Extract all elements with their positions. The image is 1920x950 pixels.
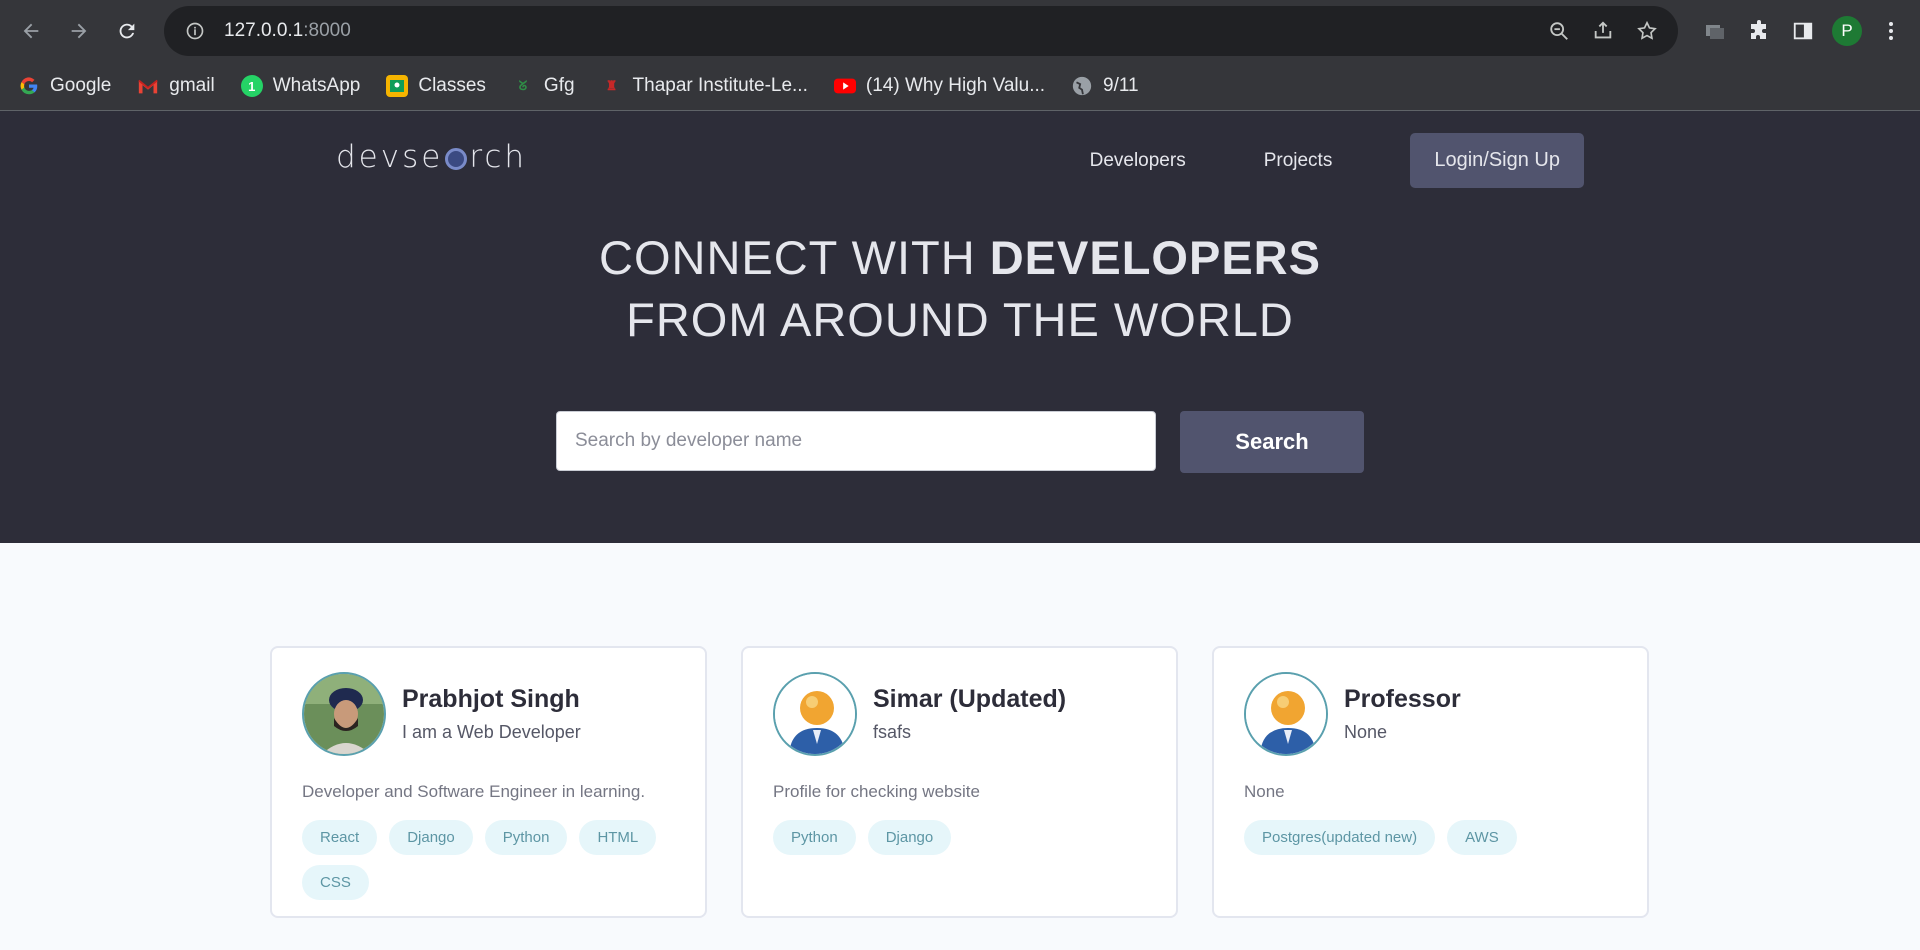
bookmark-label: gmail [169,75,215,96]
site-header: devse rch Developers Projects Login/Sign … [0,111,1920,543]
developer-list: Prabhjot Singh I am a Web Developer Deve… [0,646,1920,918]
bookmark-youtube[interactable]: (14) Why High Valu... [833,75,1046,97]
profile-avatar[interactable]: P [1832,16,1862,46]
skill-tag: HTML [579,820,657,855]
skill-tag: Django [867,820,952,855]
site-navbar: devse rch Developers Projects Login/Sign … [0,111,1920,203]
default-user-avatar-icon [1244,672,1328,756]
bookmark-label: 9/11 [1103,75,1139,96]
forward-button[interactable] [62,14,96,48]
bookmark-google[interactable]: Google [18,75,111,97]
skill-tag: CSS [302,865,369,900]
nav-developers-link[interactable]: Developers [1090,150,1186,172]
developer-headline: I am a Web Developer [402,722,581,742]
skill-tag: Postgres(updated new) [1244,820,1436,855]
bookmark-star-icon[interactable] [1632,16,1662,46]
search-button[interactable]: Search [1180,411,1364,473]
bookmark-gmail[interactable]: gmail [137,75,215,97]
zoom-icon[interactable] [1544,16,1574,46]
devsearch-logo[interactable]: devse rch [336,139,527,175]
bookmark-label: Classes [418,75,486,96]
skill-tags: React Django Python HTML CSS [302,820,675,900]
hero-title: CONNECT WITH DEVELOPERS FROM AROUND THE … [0,227,1920,351]
login-signup-button[interactable]: Login/Sign Up [1410,133,1584,188]
developer-card[interactable]: Simar (Updated) fsafs Profile for checki… [741,646,1178,918]
bookmark-thapar[interactable]: ♜ Thapar Institute-Le... [601,75,808,97]
developer-headline: fsafs [873,722,912,742]
skill-tag: Django [389,820,473,855]
site-info-icon[interactable] [180,16,210,46]
logo-text-left: devse [336,139,444,175]
logo-text-right: rch [469,139,528,175]
gfg-icon: ᘜ [518,78,528,93]
address-bar[interactable]: 127.0.0.1:8000 [164,6,1678,56]
developer-avatar-photo [302,672,386,756]
hero-line1-light: CONNECT WITH [599,231,990,284]
skill-tag: Python [484,820,568,855]
bookmark-classes[interactable]: Classes [386,75,486,97]
skill-tag: Python [773,820,856,855]
back-button[interactable] [14,14,48,48]
hero-line2: FROM AROUND THE WORLD [626,293,1294,346]
share-icon[interactable] [1588,16,1618,46]
hero-line1-bold: DEVELOPERS [989,231,1321,284]
nav-links: Developers Projects Login/Sign Up [1090,133,1584,188]
bookmark-label: (14) Why High Valu... [865,75,1046,96]
skill-tag: React [302,820,378,855]
developer-card[interactable]: Prabhjot Singh I am a Web Developer Deve… [270,646,707,918]
developer-name[interactable]: Simar (Updated) [873,685,1066,714]
thapar-icon: ♜ [605,78,618,93]
menu-kebab-icon[interactable] [1876,16,1906,46]
developer-search-input[interactable] [556,411,1156,471]
reload-button[interactable] [110,14,144,48]
browser-toolbar: 127.0.0.1:8000 P [0,0,1920,62]
classroom-icon [386,75,409,97]
developer-name[interactable]: Professor [1344,685,1461,714]
whatsapp-icon: 1 [240,75,263,97]
developer-bio: Developer and Software Engineer in learn… [302,782,646,801]
search-form: Search [0,411,1920,473]
bookmarks-bar: Google gmail 1 WhatsApp Classes ᘜ Gfg ♜ … [0,62,1920,111]
bookmark-911[interactable]: 9/11 [1071,75,1139,97]
bookmark-label: Thapar Institute-Le... [632,75,808,96]
back-arrow-icon [23,23,39,39]
forward-arrow-icon [71,23,87,39]
bookmark-whatsapp[interactable]: 1 WhatsApp [240,75,361,97]
magnifier-logo-icon [445,148,468,170]
extensions-icon[interactable] [1744,16,1774,46]
developer-bio: None [1244,782,1285,801]
developer-headline: None [1344,722,1388,742]
skill-tags: Postgres(updated new) AWS [1244,820,1617,855]
bookmark-label: Gfg [543,75,575,96]
bookmark-gfg[interactable]: ᘜ Gfg [512,75,575,97]
side-panel-icon[interactable] [1788,16,1818,46]
url-text[interactable]: 127.0.0.1:8000 [224,20,1530,42]
bookmark-label: Google [50,75,112,96]
google-icon [18,75,40,97]
tab-search-icon[interactable] [1700,16,1730,46]
youtube-icon [833,75,856,97]
reload-icon [119,23,135,39]
developer-card[interactable]: Professor None None Postgres(updated new… [1212,646,1649,918]
globe-icon [1071,75,1093,97]
nav-projects-link[interactable]: Projects [1264,150,1333,172]
developer-name[interactable]: Prabhjot Singh [402,685,581,714]
skill-tag: AWS [1447,820,1517,855]
developer-bio: Profile for checking website [773,782,980,801]
gmail-icon [137,75,159,97]
default-user-avatar-icon [773,672,857,756]
skill-tags: Python Django [773,820,1146,855]
bookmark-label: WhatsApp [272,75,361,96]
